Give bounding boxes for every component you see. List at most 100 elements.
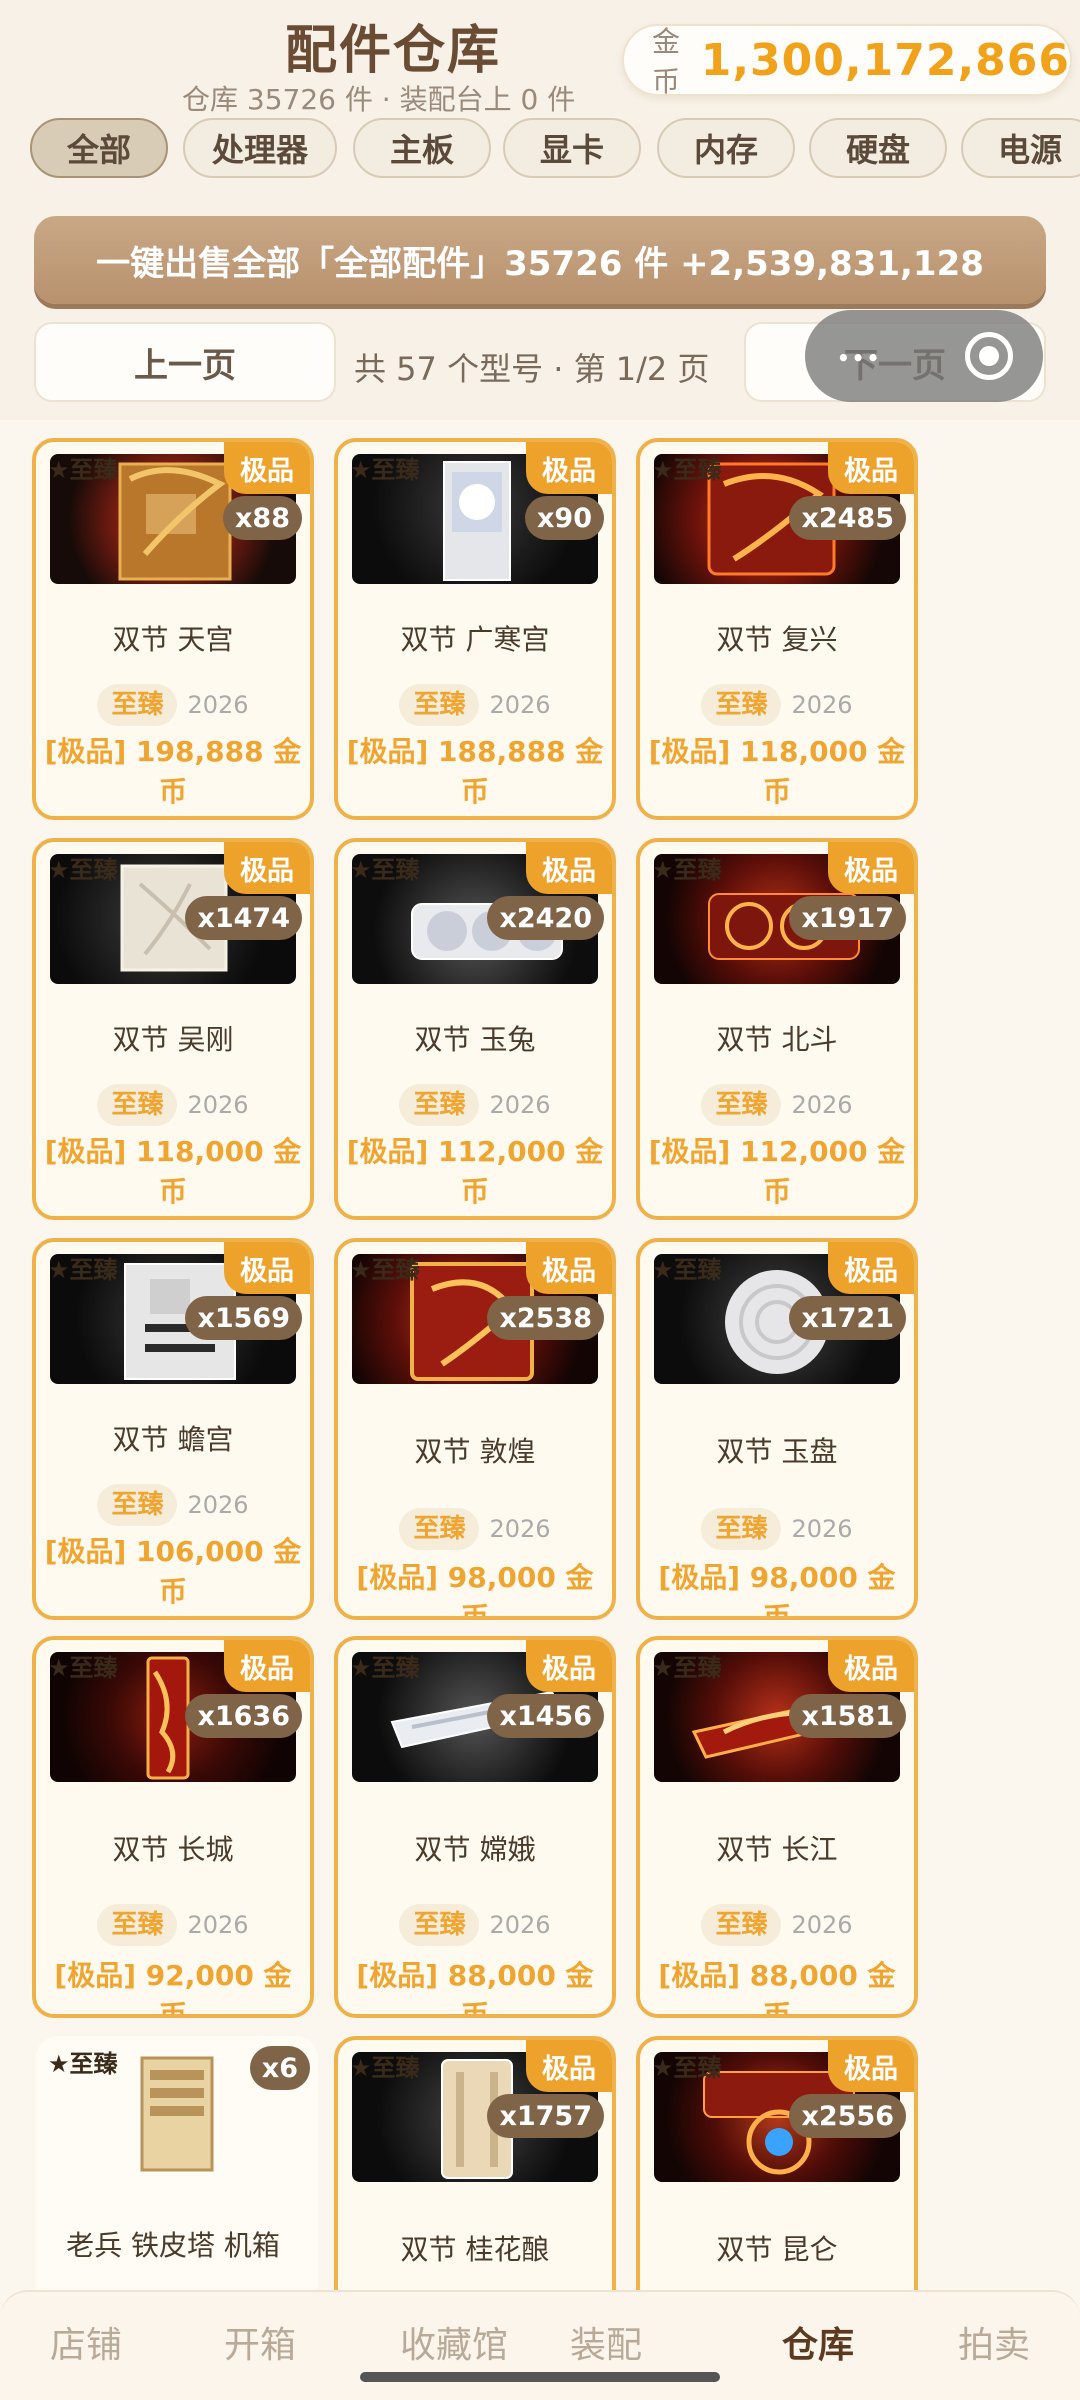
quantity-badge: x88: [223, 496, 302, 540]
rarity-star-label: ★至臻: [652, 2054, 722, 2082]
grade-badge: 极品: [526, 842, 612, 894]
item-card[interactable]: ★至臻 极品 x2538 双节 敦煌 至臻 2026 [极品] 98,000 金币: [334, 1238, 616, 1620]
rarity-star-label: ★至臻: [350, 856, 420, 884]
item-year: 2026: [187, 1911, 249, 1939]
rarity-star-label: ★至臻: [350, 1654, 420, 1682]
item-name: 双节 蟾宫: [112, 1423, 234, 1456]
item-card[interactable]: ★至臻 极品 x2420 双节 玉兔 至臻 2026 [极品] 112,000 金…: [334, 838, 616, 1220]
nav-auction[interactable]: 拍卖: [924, 2316, 1064, 2368]
grade-badge: 极品: [526, 1640, 612, 1692]
item-meta: 至臻 2026: [36, 1484, 310, 1526]
top-header: 配件仓库 仓库 35726 件 · 装配台上 0 件 金币 1,300,172,…: [0, 0, 1080, 420]
item-card[interactable]: ★至臻 极品 x1581 双节 长江 至臻 2026 [极品] 88,000 金币: [636, 1636, 918, 2018]
quantity-badge: x1569: [185, 1296, 302, 1340]
item-name: 双节 北斗: [716, 1023, 838, 1056]
item-price: [极品] 118,000 金币: [648, 735, 906, 808]
more-dots-icon: •••: [837, 346, 882, 370]
home-indicator[interactable]: [360, 2372, 720, 2382]
grade-badge: 极品: [526, 1242, 612, 1294]
nav-unbox[interactable]: 开箱: [190, 2316, 330, 2368]
tab-disk[interactable]: 硬盘: [809, 118, 947, 178]
item-name: 双节 天宫: [112, 623, 234, 656]
quantity-badge: x2420: [487, 896, 604, 940]
item-card[interactable]: ★至臻 极品 x88 双节 天宫 至臻 2026 [极品] 198,888 金币: [32, 438, 314, 820]
rarity-star-label: ★至臻: [48, 2050, 118, 2078]
item-card[interactable]: ★至臻 极品 x1917 双节 北斗 至臻 2026 [极品] 112,000 金…: [636, 838, 918, 1220]
tab-all[interactable]: 全部: [30, 118, 168, 178]
item-name: 双节 复兴: [716, 623, 838, 656]
item-year: 2026: [187, 1491, 249, 1519]
item-meta: 至臻 2026: [338, 1084, 612, 1126]
quality-tag: 至臻: [701, 1084, 782, 1126]
item-meta: 至臻 2026: [640, 1084, 914, 1126]
tab-motherboard[interactable]: 主板: [353, 118, 491, 178]
item-name: 双节 玉盘: [716, 1435, 838, 1468]
quality-tag: 至臻: [701, 684, 782, 726]
page-title: 配件仓库: [285, 21, 502, 81]
floating-capsule-button[interactable]: •••: [805, 310, 1043, 402]
item-price: [极品] 98,000 金币: [658, 1561, 896, 1620]
sell-all-button[interactable]: 一键出售全部「全部配件」35726 件 +2,539,831,128: [34, 216, 1046, 304]
item-price: [极品] 106,000 金币: [44, 1535, 302, 1608]
item-price: [极品] 88,000 金币: [658, 1959, 896, 2018]
item-year: 2026: [489, 1911, 551, 1939]
warehouse-summary: 仓库 35726 件 · 装配台上 0 件: [182, 83, 576, 116]
rarity-star-label: ★至臻: [652, 856, 722, 884]
tab-gpu[interactable]: 显卡: [503, 118, 641, 178]
item-card[interactable]: ★至臻 x6 老兵 铁皮塔 机箱: [36, 2036, 318, 2306]
quantity-badge: x90: [525, 496, 604, 540]
quantity-badge: x1456: [487, 1694, 604, 1738]
quantity-badge: x1474: [185, 896, 302, 940]
quantity-badge: x2538: [487, 1296, 604, 1340]
item-price: [极品] 112,000 金币: [346, 1135, 604, 1208]
nav-assemble[interactable]: 装配: [536, 2316, 676, 2368]
tab-cpu[interactable]: 处理器: [183, 118, 337, 178]
nav-warehouse[interactable]: 仓库: [748, 2316, 888, 2368]
item-meta: 至臻 2026: [338, 1508, 612, 1550]
quality-tag: 至臻: [97, 684, 178, 726]
item-name: 双节 昆仑: [716, 2233, 838, 2266]
item-name: 双节 玉兔: [414, 1023, 536, 1056]
item-meta: 至臻 2026: [640, 684, 914, 726]
item-card[interactable]: ★至臻 极品 x1474 双节 吴刚 至臻 2026 [极品] 118,000 金…: [32, 838, 314, 1220]
item-card[interactable]: ★至臻 极品 x1569 双节 蟾宫 至臻 2026 [极品] 106,000 金…: [32, 1238, 314, 1620]
quantity-badge: x6: [249, 2046, 310, 2090]
quality-tag: 至臻: [399, 1508, 480, 1550]
quality-tag: 至臻: [97, 1904, 178, 1946]
item-card[interactable]: ★至臻 极品 x1721 双节 玉盘 至臻 2026 [极品] 98,000 金币: [636, 1238, 918, 1620]
item-year: 2026: [489, 691, 551, 719]
grade-badge: 极品: [224, 842, 310, 894]
item-meta: 至臻 2026: [640, 1508, 914, 1550]
quantity-badge: x1917: [789, 896, 906, 940]
coin-value: 1,300,172,866: [700, 34, 1070, 86]
nav-shop[interactable]: 店铺: [16, 2316, 156, 2368]
item-card[interactable]: ★至臻 极品 x2485 双节 复兴 至臻 2026 [极品] 118,000 金…: [636, 438, 918, 820]
item-year: 2026: [489, 1515, 551, 1543]
tab-psu[interactable]: 电源: [961, 118, 1080, 178]
grade-badge: 极品: [224, 1242, 310, 1294]
item-name: 双节 敦煌: [414, 1435, 536, 1468]
item-meta: 至臻 2026: [36, 1904, 310, 1946]
item-name: 双节 广寒宫: [400, 623, 550, 656]
item-card[interactable]: ★至臻 极品 x1636 双节 长城 至臻 2026 [极品] 92,000 金币: [32, 1636, 314, 2018]
item-name: 双节 桂花酿: [400, 2233, 550, 2266]
item-price: [极品] 188,888 金币: [346, 735, 604, 808]
grade-badge: 极品: [828, 442, 914, 494]
item-year: 2026: [187, 1091, 249, 1119]
item-card[interactable]: ★至臻 极品 x90 双节 广寒宫 至臻 2026 [极品] 188,888 金币: [334, 438, 616, 820]
category-tabs: 全部 处理器 主板 显卡 内存 硬盘 电源: [0, 118, 1080, 180]
record-icon: [965, 332, 1013, 380]
rarity-star-label: ★至臻: [652, 1256, 722, 1284]
grade-badge: 极品: [828, 1640, 914, 1692]
item-meta: 至臻 2026: [36, 684, 310, 726]
item-year: 2026: [791, 1515, 853, 1543]
grade-badge: 极品: [828, 2040, 914, 2092]
tab-memory[interactable]: 内存: [657, 118, 795, 178]
quantity-badge: x2485: [789, 496, 906, 540]
item-card[interactable]: ★至臻 极品 x1456 双节 嫦娥 至臻 2026 [极品] 88,000 金币: [334, 1636, 616, 2018]
rarity-star-label: ★至臻: [48, 1654, 118, 1682]
item-card[interactable]: ★至臻 极品 x1757 双节 桂花酿: [334, 2036, 616, 2326]
prev-page-button[interactable]: 上一页: [34, 322, 336, 402]
nav-collection[interactable]: 收藏馆: [384, 2316, 524, 2368]
item-card[interactable]: ★至臻 极品 x2556 双节 昆仑: [636, 2036, 918, 2326]
